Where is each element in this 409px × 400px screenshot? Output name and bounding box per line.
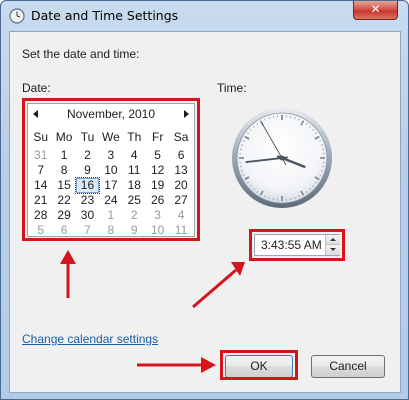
calendar-day[interactable]: 4	[123, 148, 146, 163]
time-label: Time:	[217, 81, 247, 95]
calendar-day[interactable]: 29	[52, 208, 75, 223]
calendar-day-other-month[interactable]: 4	[169, 208, 192, 223]
calendar-day[interactable]: 9	[76, 163, 99, 178]
calendar-weekday-header: Su Mo Tu We Th Fr Sa	[29, 130, 193, 144]
calendar-day[interactable]: 27	[169, 193, 192, 208]
triangle-right-icon[interactable]	[184, 110, 189, 118]
calendar-day[interactable]: 5	[146, 148, 169, 163]
triangle-left-icon[interactable]	[33, 110, 38, 118]
ok-button[interactable]: OK	[225, 355, 293, 378]
calendar-day-grid: 31 1 2 3 4 5 6 7 8 9 10 11 12 13 14 15 16 17 18 19 20 21 22 23 2…	[29, 148, 193, 238]
calendar-day[interactable]: 10	[99, 163, 122, 178]
close-icon: ✕	[370, 2, 381, 16]
time-field[interactable]: 3:43:55 AM	[254, 234, 340, 256]
calendar-day[interactable]: 12	[146, 163, 169, 178]
dialog-heading: Set the date and time:	[22, 47, 140, 61]
calendar-day[interactable]: 21	[29, 193, 52, 208]
month-calendar[interactable]: November, 2010 Su Mo Tu We Th Fr Sa 31 1 2 3 4 5 6 7 8…	[27, 103, 195, 237]
weekday-label: Su	[33, 130, 49, 144]
window-title: Date and Time Settings	[31, 8, 179, 23]
calendar-day-other-month[interactable]: 2	[123, 208, 146, 223]
calendar-day[interactable]: 25	[123, 193, 146, 208]
calendar-header: November, 2010	[28, 104, 194, 126]
calendar-day[interactable]: 7	[29, 163, 52, 178]
calendar-day-other-month[interactable]: 3	[146, 208, 169, 223]
spin-up-icon[interactable]	[326, 235, 340, 245]
calendar-day-other-month[interactable]: 5	[29, 223, 52, 238]
calendar-day[interactable]: 1	[52, 148, 75, 163]
calendar-day[interactable]: 24	[99, 193, 122, 208]
calendar-day[interactable]: 20	[169, 178, 192, 193]
weekday-label: Mo	[55, 130, 73, 144]
close-button[interactable]: ✕	[353, 1, 398, 20]
title-bar[interactable]: Date and Time Settings ✕	[1, 1, 408, 31]
calendar-day[interactable]: 19	[146, 178, 169, 193]
calendar-day-other-month[interactable]: 8	[99, 223, 122, 238]
calendar-day[interactable]: 14	[29, 178, 52, 193]
calendar-day[interactable]: 28	[29, 208, 52, 223]
calendar-month-title[interactable]: November, 2010	[48, 107, 174, 121]
analog-clock	[232, 108, 332, 208]
weekday-label: Fr	[151, 130, 164, 144]
calendar-day[interactable]: 15	[52, 178, 75, 193]
calendar-day[interactable]: 23	[76, 193, 99, 208]
calendar-day-other-month[interactable]: 31	[29, 148, 52, 163]
calendar-day[interactable]: 8	[52, 163, 75, 178]
time-spinner[interactable]	[325, 235, 340, 255]
weekday-label: Tu	[80, 130, 95, 144]
weekday-label: Th	[127, 130, 142, 144]
spin-down-icon[interactable]	[326, 245, 340, 255]
calendar-day[interactable]: 13	[169, 163, 192, 178]
calendar-day[interactable]: 2	[76, 148, 99, 163]
cancel-button[interactable]: Cancel	[311, 355, 385, 378]
calendar-day[interactable]: 30	[76, 208, 99, 223]
calendar-day[interactable]: 18	[123, 178, 146, 193]
time-value[interactable]: 3:43:55 AM	[261, 238, 322, 252]
weekday-label: We	[101, 130, 120, 144]
calendar-day[interactable]: 22	[52, 193, 75, 208]
clock-app-icon	[9, 8, 25, 24]
calendar-day-other-month[interactable]: 7	[76, 223, 99, 238]
calendar-day[interactable]: 3	[99, 148, 122, 163]
calendar-day[interactable]: 11	[123, 163, 146, 178]
calendar-day-other-month[interactable]: 6	[52, 223, 75, 238]
calendar-day-other-month[interactable]: 10	[146, 223, 169, 238]
calendar-day-other-month[interactable]: 9	[123, 223, 146, 238]
calendar-day-other-month[interactable]: 11	[169, 223, 192, 238]
clock-center	[279, 155, 285, 161]
calendar-day[interactable]: 17	[99, 178, 122, 193]
date-label: Date:	[22, 81, 51, 95]
calendar-day[interactable]: 26	[146, 193, 169, 208]
calendar-day[interactable]: 6	[169, 148, 192, 163]
calendar-day-other-month[interactable]: 1	[99, 208, 122, 223]
change-calendar-settings-link[interactable]: Change calendar settings	[22, 332, 158, 346]
weekday-label: Sa	[173, 130, 189, 144]
calendar-day-selected[interactable]: 16	[74, 177, 101, 194]
